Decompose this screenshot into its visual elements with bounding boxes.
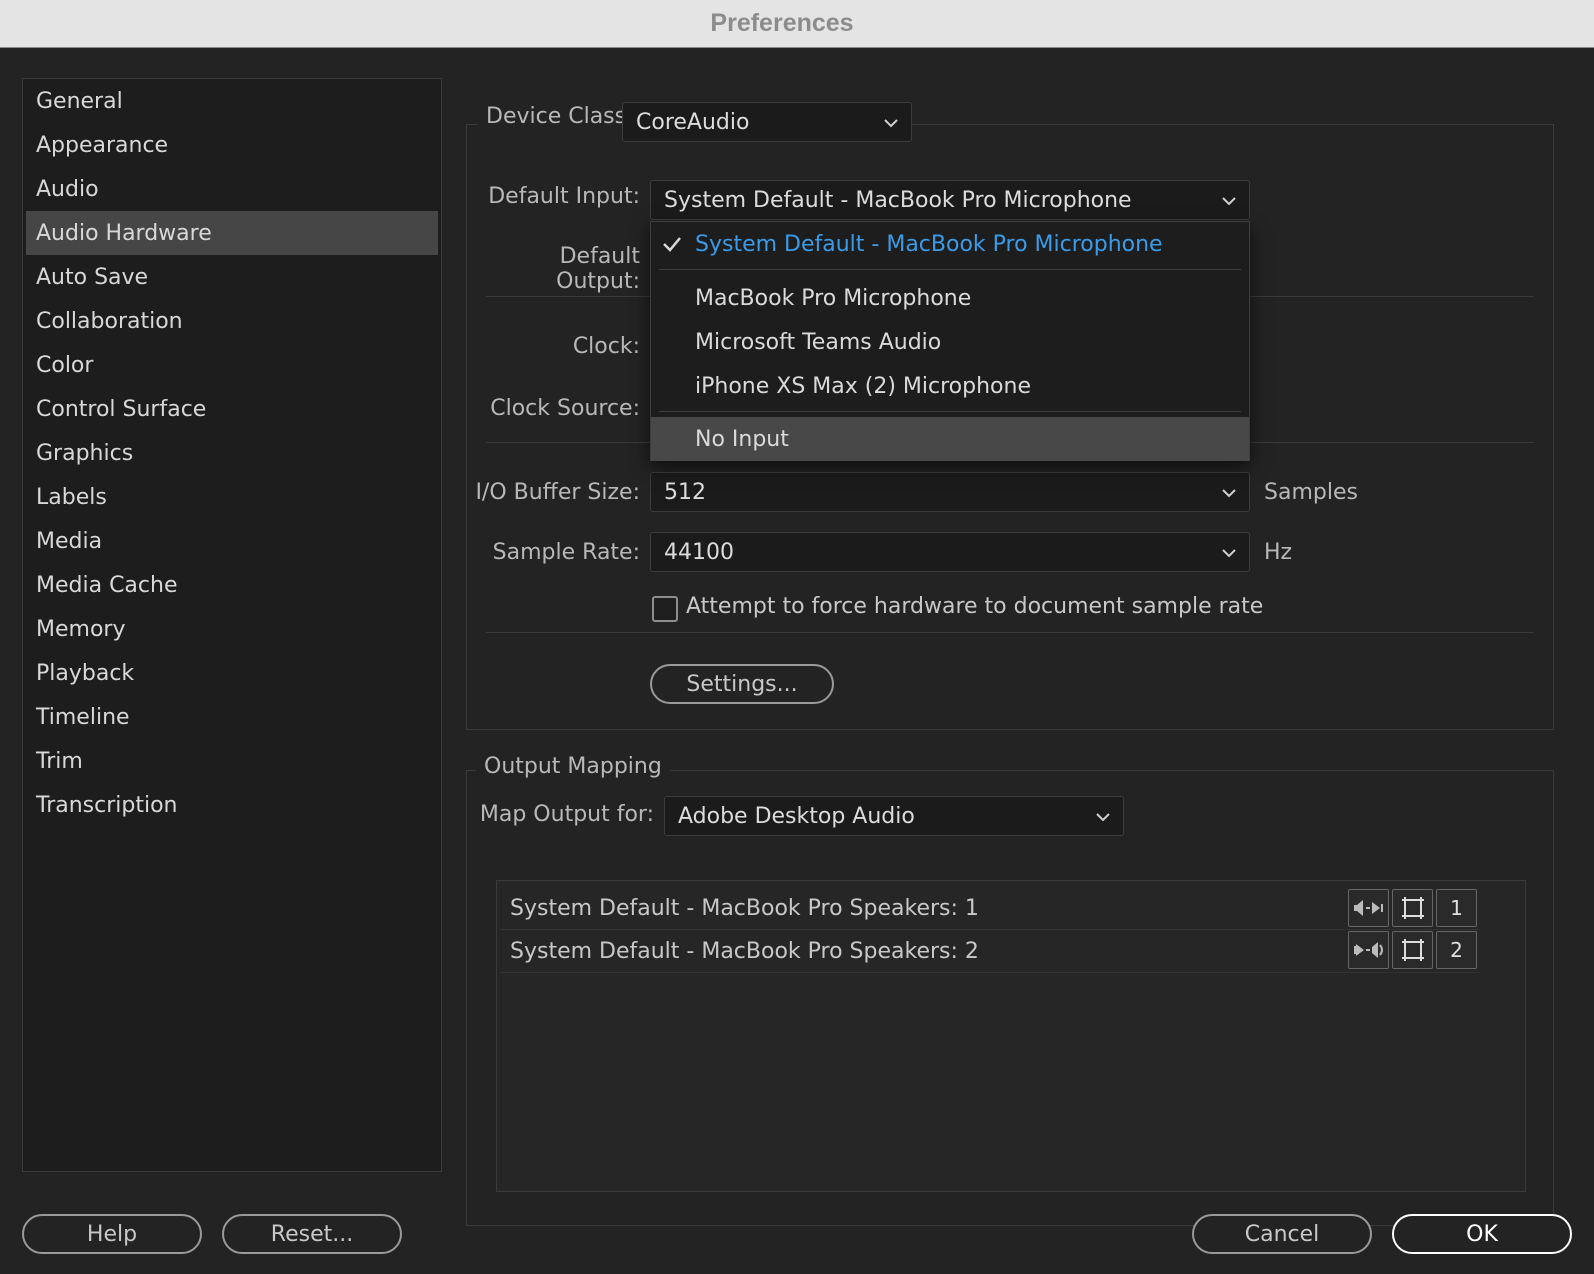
device-class-value: CoreAudio	[636, 109, 750, 135]
preferences-sidebar: General Appearance Audio Audio Hardware …	[22, 78, 442, 1172]
force-sample-rate-label[interactable]: Attempt to force hardware to document sa…	[686, 594, 1263, 619]
sidebar-item-collaboration[interactable]: Collaboration	[26, 299, 438, 343]
buffer-size-label: I/O Buffer Size:	[475, 480, 640, 505]
channel-number-2[interactable]: 2	[1436, 931, 1477, 969]
sidebar-item-graphics[interactable]: Graphics	[26, 431, 438, 475]
clock-source-label: Clock Source:	[490, 396, 640, 421]
checkmark-icon	[663, 237, 681, 252]
sidebar-item-auto-save[interactable]: Auto Save	[26, 255, 438, 299]
sample-rate-value: 44100	[664, 539, 734, 565]
clock-label: Clock:	[572, 334, 640, 359]
dropdown-separator	[659, 411, 1241, 412]
sidebar-item-audio-hardware[interactable]: Audio Hardware	[26, 211, 438, 255]
mapping-row: System Default - MacBook Pro Speakers: 1	[500, 888, 1480, 930]
default-input-label: Default Input:	[488, 184, 640, 209]
device-class-select[interactable]: CoreAudio	[622, 102, 912, 142]
default-input-select[interactable]: System Default - MacBook Pro Microphone	[650, 180, 1250, 220]
chevron-down-icon	[1222, 489, 1236, 498]
ok-button[interactable]: OK	[1392, 1214, 1572, 1254]
map-output-label: Map Output for:	[479, 802, 654, 827]
help-button[interactable]: Help	[22, 1214, 202, 1254]
sample-rate-unit: Hz	[1264, 540, 1293, 565]
sidebar-item-general[interactable]: General	[26, 79, 438, 123]
sidebar-item-memory[interactable]: Memory	[26, 607, 438, 651]
sample-rate-label: Sample Rate:	[492, 540, 640, 565]
reset-button[interactable]: Reset...	[222, 1214, 402, 1254]
output-mapping-list: System Default - MacBook Pro Speakers: 1…	[496, 880, 1526, 1192]
buffer-size-select[interactable]: 512	[650, 472, 1250, 512]
dropdown-option-iphone-mic[interactable]: iPhone XS Max (2) Microphone	[651, 364, 1249, 408]
chevron-down-icon	[1222, 197, 1236, 206]
force-sample-rate-checkbox[interactable]	[652, 596, 678, 622]
mapping-row-label: System Default - MacBook Pro Speakers: 1	[510, 896, 979, 921]
sidebar-item-media[interactable]: Media	[26, 519, 438, 563]
device-class-label: Device Class:	[478, 104, 642, 129]
default-input-dropdown-menu: System Default - MacBook Pro Microphone …	[650, 221, 1250, 461]
buffer-size-value: 512	[664, 479, 706, 505]
map-output-select[interactable]: Adobe Desktop Audio	[664, 796, 1124, 836]
sidebar-item-transcription[interactable]: Transcription	[26, 783, 438, 827]
buffer-unit: Samples	[1264, 480, 1358, 505]
dropdown-option-system-default[interactable]: System Default - MacBook Pro Microphone	[651, 222, 1249, 266]
cancel-button[interactable]: Cancel	[1192, 1214, 1372, 1254]
map-output-value: Adobe Desktop Audio	[678, 803, 915, 829]
chevron-down-icon	[1222, 549, 1236, 558]
sample-rate-select[interactable]: 44100	[650, 532, 1250, 572]
mapping-row: System Default - MacBook Pro Speakers: 2	[500, 931, 1480, 973]
sidebar-item-timeline[interactable]: Timeline	[26, 695, 438, 739]
sidebar-item-trim[interactable]: Trim	[26, 739, 438, 783]
sidebar-item-labels[interactable]: Labels	[26, 475, 438, 519]
sidebar-item-audio[interactable]: Audio	[26, 167, 438, 211]
default-input-value: System Default - MacBook Pro Microphone	[664, 187, 1132, 213]
sidebar-item-playback[interactable]: Playback	[26, 651, 438, 695]
dropdown-separator	[659, 269, 1241, 270]
dropdown-option-teams-audio[interactable]: Microsoft Teams Audio	[651, 320, 1249, 364]
output-mapping-legend: Output Mapping	[476, 754, 670, 779]
title-bar: Preferences	[0, 0, 1594, 48]
crop-channel-icon[interactable]	[1392, 889, 1433, 927]
dropdown-option-macbook-mic[interactable]: MacBook Pro Microphone	[651, 276, 1249, 320]
sidebar-item-appearance[interactable]: Appearance	[26, 123, 438, 167]
speaker-right-icon[interactable]	[1348, 931, 1389, 969]
sidebar-item-control-surface[interactable]: Control Surface	[26, 387, 438, 431]
chevron-down-icon	[884, 119, 898, 128]
settings-button[interactable]: Settings...	[650, 664, 834, 704]
window-title: Preferences	[710, 9, 854, 37]
sidebar-item-media-cache[interactable]: Media Cache	[26, 563, 438, 607]
channel-number-1[interactable]: 1	[1436, 889, 1477, 927]
sidebar-item-color[interactable]: Color	[26, 343, 438, 387]
speaker-left-icon[interactable]	[1348, 889, 1389, 927]
dropdown-option-label: System Default - MacBook Pro Microphone	[695, 231, 1163, 257]
crop-channel-icon[interactable]	[1392, 931, 1433, 969]
chevron-down-icon	[1096, 813, 1110, 822]
dropdown-option-no-input[interactable]: No Input	[651, 417, 1249, 461]
divider	[486, 632, 1534, 633]
mapping-row-label: System Default - MacBook Pro Speakers: 2	[510, 939, 979, 964]
default-output-label: Default Output:	[556, 244, 640, 294]
